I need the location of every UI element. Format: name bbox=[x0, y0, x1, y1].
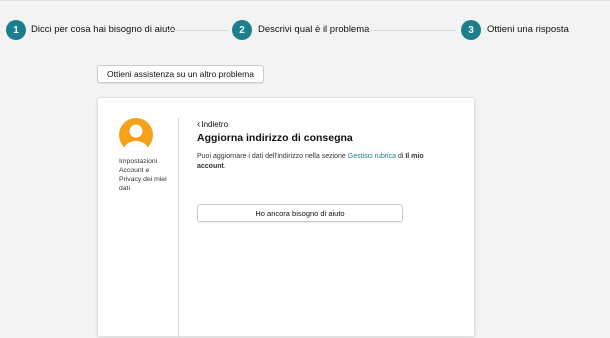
page-title: Aggiorna indirizzo di consegna bbox=[197, 132, 353, 144]
top-divider bbox=[0, 0, 610, 1]
manage-addressbook-link[interactable]: Gestisci rubrica bbox=[348, 153, 396, 160]
progress-steps: 1 Dicci per cosa hai bisogno di aiuto 2 … bbox=[0, 20, 610, 42]
other-problem-button[interactable]: Ottieni assistenza su un altro problema bbox=[97, 65, 264, 83]
user-avatar-icon bbox=[119, 118, 153, 152]
step-3-label: Ottieni una risposta bbox=[487, 24, 569, 35]
account-section-line: Privacy dei miei bbox=[119, 176, 167, 183]
account-section-line: dati bbox=[119, 185, 130, 192]
step-2-label: Descrivi qual è il problema bbox=[258, 24, 370, 35]
description-prefix: Puoi aggiornare i dati dell'indirizzo ne… bbox=[197, 153, 348, 160]
help-card: Impostazioni Account e Privacy dei miei … bbox=[97, 97, 475, 338]
vertical-divider bbox=[178, 118, 179, 338]
description-middle: di bbox=[396, 153, 406, 160]
step-connector bbox=[168, 30, 228, 31]
description-text: Puoi aggiornare i dati dell'indirizzo ne… bbox=[197, 152, 447, 172]
step-1-label: Dicci per cosa hai bisogno di aiuto bbox=[31, 24, 176, 35]
step-3-number: 3 bbox=[461, 20, 481, 40]
account-section-line: Impostazioni bbox=[119, 158, 158, 165]
step-2-number: 2 bbox=[232, 20, 252, 40]
chevron-left-icon: ‹ bbox=[197, 118, 201, 130]
still-need-help-button[interactable]: Ho ancora bisogno di aiuto bbox=[197, 204, 403, 222]
account-section-label: Impostazioni Account e Privacy dei miei … bbox=[119, 157, 167, 193]
step-connector bbox=[368, 30, 456, 31]
back-link[interactable]: ‹ Indietro bbox=[197, 118, 229, 130]
account-section-line: Account e bbox=[119, 167, 150, 174]
description-suffix: . bbox=[223, 163, 226, 170]
back-label: Indietro bbox=[201, 120, 229, 129]
step-1-number: 1 bbox=[6, 20, 26, 40]
